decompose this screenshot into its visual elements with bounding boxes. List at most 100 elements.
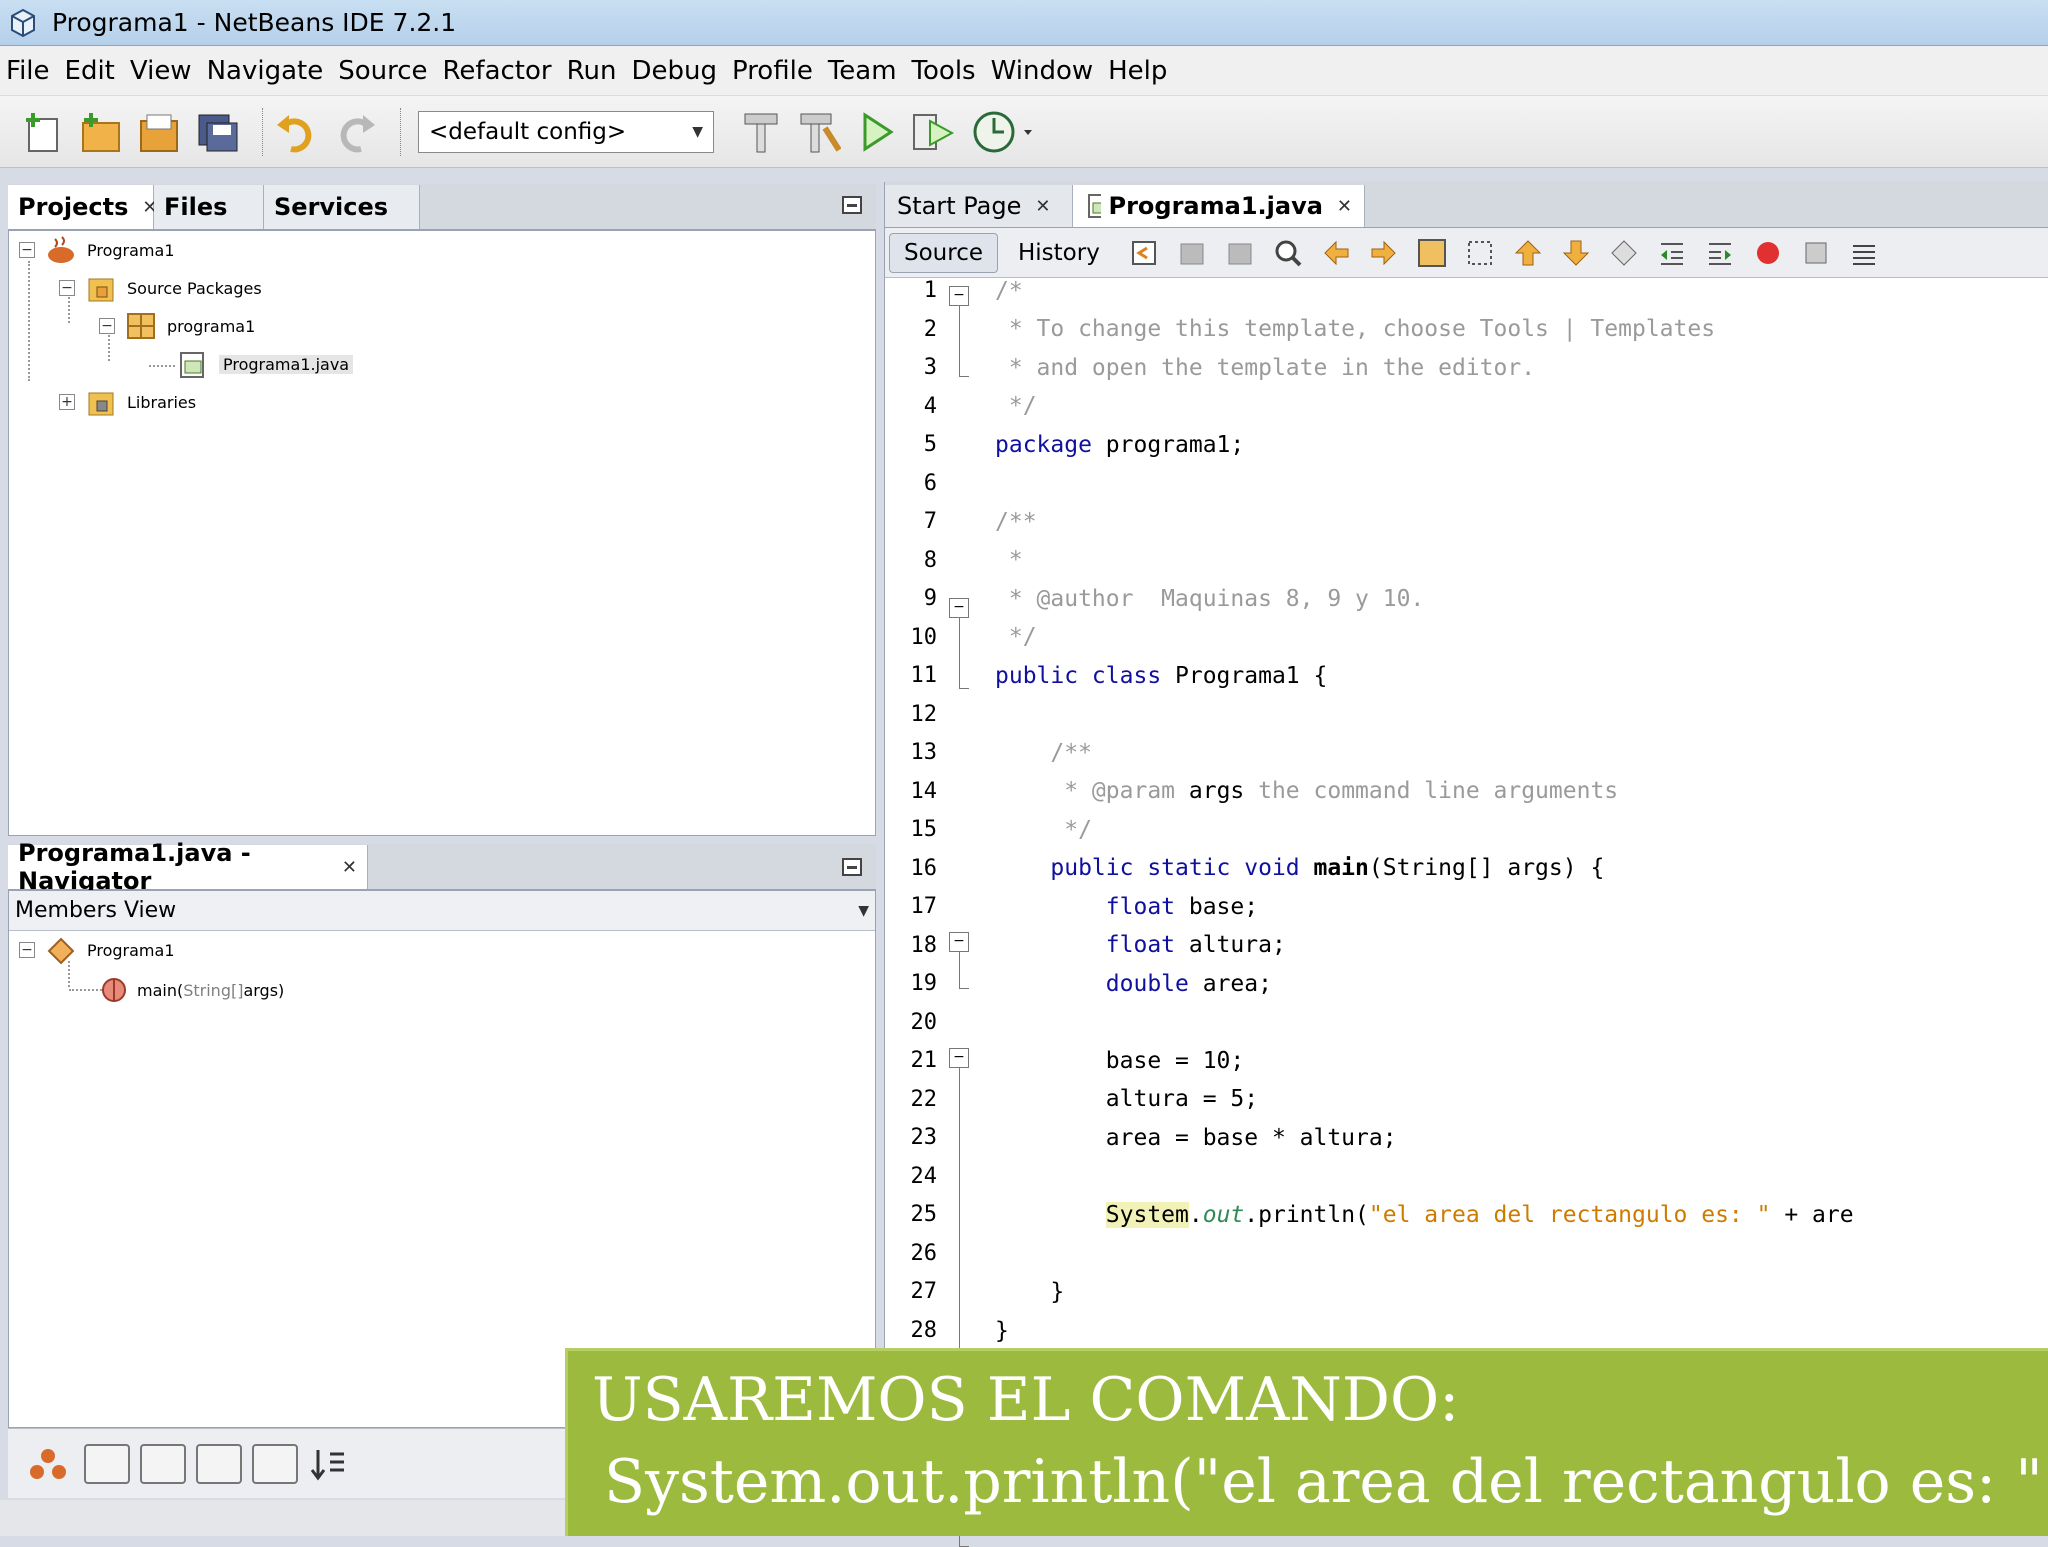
fold-icon[interactable]: − xyxy=(949,598,969,618)
profile-button[interactable] xyxy=(970,108,1040,156)
fold-icon[interactable]: − xyxy=(949,932,969,952)
rectangular-selection-icon[interactable] xyxy=(1465,238,1495,268)
menu-debug[interactable]: Debug xyxy=(631,56,717,86)
menu-help[interactable]: Help xyxy=(1108,56,1167,86)
code-text-span: altura; xyxy=(1175,932,1286,958)
collapse-icon[interactable]: − xyxy=(19,942,35,958)
debug-button[interactable] xyxy=(912,108,958,156)
tab-files[interactable]: Files xyxy=(154,185,264,229)
menu-team[interactable]: Team xyxy=(828,56,897,86)
next-bookmark-icon[interactable] xyxy=(1561,238,1591,268)
find-next-icon[interactable] xyxy=(1369,238,1399,268)
line-number: 23 xyxy=(910,1125,938,1150)
tab-programa1-java[interactable]: Programa1.java ✕ xyxy=(1073,185,1365,227)
filter-static-button[interactable] xyxy=(140,1443,186,1484)
sort-alpha-button[interactable] xyxy=(252,1443,298,1484)
hierarchy-icon[interactable] xyxy=(28,1446,68,1482)
line-number: 2 xyxy=(923,316,937,342)
code-text[interactable]: /* * To change this template, choose Too… xyxy=(995,278,1854,1344)
netbeans-cube-icon xyxy=(11,8,35,37)
tab-navigator[interactable]: Programa1.java - Navigator ✕ xyxy=(8,839,368,895)
collapse-icon[interactable]: − xyxy=(59,280,75,296)
tab-services[interactable]: Services xyxy=(264,185,420,229)
menu-tools[interactable]: Tools xyxy=(912,56,976,86)
run-button[interactable] xyxy=(854,108,900,156)
open-project-button[interactable] xyxy=(136,108,182,156)
members-view-select[interactable]: Members View ▼ xyxy=(9,891,875,931)
filter-nonpublic-button[interactable] xyxy=(196,1443,242,1484)
tree-node-java-file[interactable]: Programa1.java xyxy=(177,349,354,379)
comment-icon[interactable] xyxy=(1849,238,1879,268)
fold-icon[interactable]: − xyxy=(949,1048,969,1068)
collapse-icon[interactable]: − xyxy=(99,318,115,334)
navigator-class-label: Programa1 xyxy=(87,940,175,960)
menu-profile[interactable]: Profile xyxy=(732,56,813,86)
fold-icon[interactable]: − xyxy=(949,286,969,306)
find-previous-icon[interactable] xyxy=(1321,238,1351,268)
expand-icon[interactable]: + xyxy=(59,394,75,410)
tree-node-package[interactable]: − programa1 xyxy=(99,311,255,341)
tree-node-libraries[interactable]: + Libraries xyxy=(59,387,196,417)
history-view-button[interactable]: History xyxy=(1004,233,1114,273)
menu-source[interactable]: Source xyxy=(338,56,427,86)
code-text-span: args xyxy=(1188,778,1245,804)
stop-macro-icon[interactable] xyxy=(1801,238,1831,268)
menu-refactor[interactable]: Refactor xyxy=(443,56,552,86)
undo-button[interactable] xyxy=(274,108,320,156)
redo-button[interactable] xyxy=(332,108,378,156)
close-icon[interactable]: ✕ xyxy=(1035,196,1050,217)
tree-node-source-packages[interactable]: − Source Packages xyxy=(59,273,262,303)
new-project-button[interactable] xyxy=(78,108,124,156)
line-number: 16 xyxy=(910,855,938,881)
toggle-bookmark-icon[interactable] xyxy=(1609,238,1639,268)
code-line: } xyxy=(995,1318,1009,1344)
navigator-node-class[interactable]: − Programa1 xyxy=(19,935,175,965)
save-all-button[interactable] xyxy=(194,108,240,156)
source-view-button[interactable]: Source xyxy=(889,232,998,273)
config-select-value: <default config> xyxy=(429,118,627,145)
menu-run[interactable]: Run xyxy=(567,56,617,86)
menu-edit[interactable]: Edit xyxy=(65,56,115,86)
navigator-node-method[interactable]: main(String[] args) xyxy=(101,975,284,1005)
status-bar xyxy=(0,1500,565,1536)
toolbar-separator xyxy=(262,107,264,156)
close-icon[interactable]: ✕ xyxy=(342,857,357,878)
tree-node-project[interactable]: − Programa1 xyxy=(19,235,175,265)
line-number: 12 xyxy=(910,701,938,727)
close-icon[interactable]: ✕ xyxy=(1337,196,1352,217)
tab-start-page[interactable]: Start Page ✕ xyxy=(885,185,1073,227)
shift-right-icon[interactable] xyxy=(1705,238,1735,268)
find-icon[interactable] xyxy=(1273,238,1303,268)
code-line: * To change this template, choose Tools … xyxy=(995,316,1716,342)
back-icon[interactable] xyxy=(1177,238,1207,268)
collapse-icon[interactable]: − xyxy=(19,242,35,258)
menu-bar: File Edit View Navigate Source Refactor … xyxy=(0,46,2048,96)
new-file-button[interactable] xyxy=(20,108,66,156)
menu-file[interactable]: File xyxy=(6,56,50,86)
shift-left-icon[interactable] xyxy=(1657,238,1687,268)
config-select[interactable]: <default config> ▼ xyxy=(418,110,714,153)
last-edit-icon[interactable] xyxy=(1129,238,1159,268)
menu-navigate[interactable]: Navigate xyxy=(207,56,324,86)
tab-projects[interactable]: Projects ✕ xyxy=(8,185,158,229)
menu-window[interactable]: Window xyxy=(991,56,1094,86)
package-icon xyxy=(127,313,155,339)
tab-programa1-java-label: Programa1.java xyxy=(1108,192,1323,220)
code-text-span: base; xyxy=(1175,894,1259,920)
debug-icon xyxy=(913,113,955,150)
keyword: double xyxy=(995,971,1189,997)
sort-source-icon[interactable] xyxy=(308,1446,348,1482)
code-text-span: area; xyxy=(1188,971,1272,997)
start-macro-icon[interactable] xyxy=(1753,238,1783,268)
clean-build-button[interactable] xyxy=(796,108,842,156)
filter-fields-button[interactable] xyxy=(84,1443,130,1484)
line-number: 8 xyxy=(923,547,937,573)
forward-icon[interactable] xyxy=(1225,238,1255,268)
build-button[interactable] xyxy=(738,108,784,156)
previous-bookmark-icon[interactable] xyxy=(1513,238,1543,268)
toggle-highlight-icon[interactable] xyxy=(1417,238,1447,268)
menu-view[interactable]: View xyxy=(130,56,192,86)
editor-toolbar: Source History xyxy=(885,228,2048,278)
minimize-navigator-button[interactable] xyxy=(842,858,862,876)
minimize-projects-button[interactable] xyxy=(842,196,862,214)
